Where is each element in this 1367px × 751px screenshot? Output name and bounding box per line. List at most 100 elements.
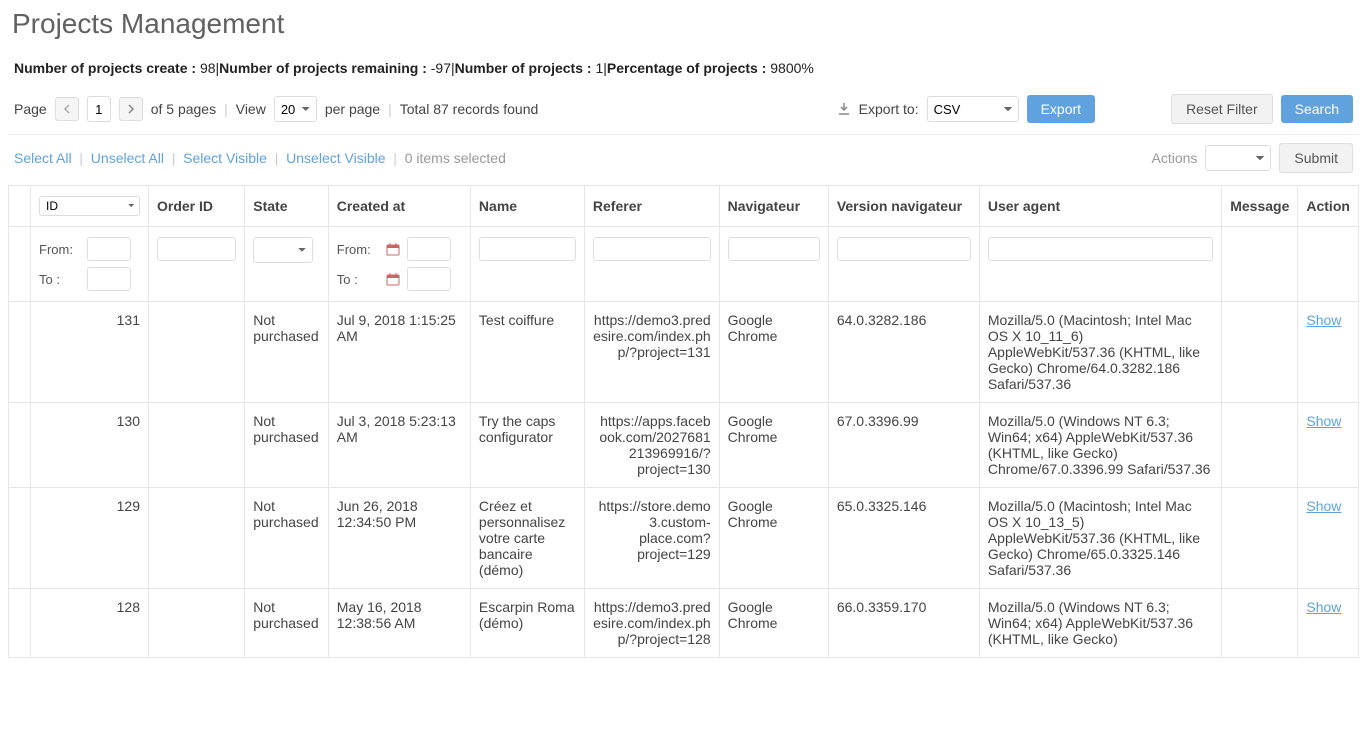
cell-order-id	[149, 403, 245, 488]
id-to-label: To :	[39, 272, 81, 287]
cell-action: Show	[1298, 488, 1359, 589]
cell-referer: https://demo3.predesire.com/index.php/?p…	[584, 302, 719, 403]
cell-name: Try the caps configurator	[470, 403, 584, 488]
cell-version: 65.0.3325.146	[828, 488, 979, 589]
cell-created-at: Jun 26, 2018 12:34:50 PM	[328, 488, 470, 589]
cell-navigateur: Google Chrome	[719, 302, 828, 403]
cell-created-at: Jul 3, 2018 5:23:13 AM	[328, 403, 470, 488]
state-filter-select[interactable]	[253, 237, 313, 263]
id-to-input[interactable]	[87, 267, 131, 291]
cell-referer: https://demo3.predesire.com/index.php/?p…	[584, 589, 719, 658]
name-filter-input[interactable]	[479, 237, 576, 261]
created-to-input[interactable]	[407, 267, 451, 291]
cell-action: Show	[1298, 302, 1359, 403]
stats-bar: Number of projects create : 98|Number of…	[8, 52, 1359, 84]
per-page-label: per page	[325, 101, 380, 117]
cell-state: Not purchased	[245, 589, 329, 658]
stats-number-label: Number of projects :	[455, 60, 592, 76]
table-row[interactable]: 129Not purchasedJun 26, 2018 12:34:50 PM…	[9, 488, 1359, 589]
table-row[interactable]: 128 Not purchasedMay 16, 2018 12:38:56 AM…	[9, 589, 1359, 658]
select-all-link[interactable]: Select All	[14, 150, 72, 166]
of-pages-label: of 5 pages	[151, 101, 216, 117]
show-link[interactable]: Show	[1306, 498, 1341, 514]
col-state[interactable]: State	[245, 186, 329, 227]
show-link[interactable]: Show	[1306, 599, 1341, 615]
cell-created-at: May 16, 2018 12:38:56 AM	[328, 589, 470, 658]
version-filter-input[interactable]	[837, 237, 971, 261]
cell-created-at: Jul 9, 2018 1:15:25 AM	[328, 302, 470, 403]
cell-order-id	[149, 302, 245, 403]
selection-bar: Select All | Unselect All | Select Visib…	[8, 135, 1359, 185]
page-title: Projects Management	[8, 0, 1359, 52]
cell-id: 131	[31, 302, 149, 403]
download-icon	[837, 102, 851, 116]
cell-name: Test coiffure	[470, 302, 584, 403]
created-from-input[interactable]	[407, 237, 451, 261]
actions-label: Actions	[1152, 150, 1198, 166]
col-message[interactable]: Message	[1222, 186, 1298, 227]
stats-remaining-label: Number of projects remaining :	[219, 60, 427, 76]
export-to-label: Export to:	[859, 101, 919, 117]
calendar-icon[interactable]	[385, 271, 401, 287]
stats-percentage-label: Percentage of projects :	[607, 60, 767, 76]
show-link[interactable]: Show	[1306, 312, 1341, 328]
cell-version: 64.0.3282.186	[828, 302, 979, 403]
cell-action: Show	[1298, 589, 1359, 658]
unselect-all-link[interactable]: Unselect All	[91, 150, 164, 166]
referer-filter-input[interactable]	[593, 237, 711, 261]
table-row[interactable]: 130Not purchasedJul 3, 2018 5:23:13 AMTr…	[9, 403, 1359, 488]
export-button[interactable]: Export	[1027, 95, 1095, 123]
table-row[interactable]: 131Not purchasedJul 9, 2018 1:15:25 AMTe…	[9, 302, 1359, 403]
col-created-at[interactable]: Created at	[328, 186, 470, 227]
show-link[interactable]: Show	[1306, 413, 1341, 429]
export-format-select[interactable]: CSV	[927, 96, 1019, 122]
calendar-icon[interactable]	[385, 241, 401, 257]
cell-referer: https://apps.facebook.com/20276812139699…	[584, 403, 719, 488]
col-name[interactable]: Name	[470, 186, 584, 227]
user-agent-filter-input[interactable]	[988, 237, 1213, 261]
col-navigateur[interactable]: Navigateur	[719, 186, 828, 227]
cell-name: Créez et personnalisez votre carte banca…	[470, 488, 584, 589]
next-page-button[interactable]	[119, 97, 143, 121]
navigateur-filter-input[interactable]	[728, 237, 820, 261]
cell-action: Show	[1298, 403, 1359, 488]
search-button[interactable]: Search	[1281, 95, 1353, 123]
chevron-right-icon	[127, 104, 135, 114]
cell-user-agent: Mozilla/5.0 (Macintosh; Intel Mac OS X 1…	[979, 488, 1221, 589]
submit-button[interactable]: Submit	[1279, 143, 1353, 173]
col-referer[interactable]: Referer	[584, 186, 719, 227]
unselect-visible-link[interactable]: Unselect Visible	[286, 150, 385, 166]
id-from-input[interactable]	[87, 237, 131, 261]
cell-id: 128	[31, 589, 149, 658]
created-from-label: From:	[337, 242, 379, 257]
cell-user-agent: Mozilla/5.0 (Windows NT 6.3; Win64; x64)…	[979, 589, 1221, 658]
cell-referer: https://store.demo3.custom-place.com?pro…	[584, 488, 719, 589]
reset-filter-button[interactable]: Reset Filter	[1171, 94, 1273, 124]
page-label: Page	[14, 101, 47, 117]
col-user-agent[interactable]: User agent	[979, 186, 1221, 227]
actions-select[interactable]	[1205, 145, 1271, 171]
table-filter-row: From: To : From: To :	[9, 227, 1359, 302]
items-selected-label: 0 items selected	[405, 150, 506, 166]
cell-order-id	[149, 589, 245, 658]
col-version[interactable]: Version navigateur	[828, 186, 979, 227]
select-visible-link[interactable]: Select Visible	[183, 150, 267, 166]
stats-created-value: 98	[200, 60, 216, 76]
cell-message	[1222, 488, 1298, 589]
per-page-select[interactable]: 20	[274, 96, 317, 122]
col-action: Action	[1298, 186, 1359, 227]
col-order-id[interactable]: Order ID	[149, 186, 245, 227]
col-id: ID	[31, 186, 149, 227]
cell-navigateur: Google Chrome	[719, 403, 828, 488]
total-records-label: Total 87 records found	[400, 101, 539, 117]
separator: |	[388, 101, 392, 117]
prev-page-button[interactable]	[55, 97, 79, 121]
stats-remaining-value: -97	[431, 60, 451, 76]
created-to-label: To :	[337, 272, 379, 287]
id-column-select[interactable]: ID	[39, 196, 140, 216]
cell-navigateur: Google Chrome	[719, 589, 828, 658]
col-checkbox	[9, 186, 31, 227]
page-number-input[interactable]	[87, 96, 111, 122]
cell-user-agent: Mozilla/5.0 (Windows NT 6.3; Win64; x64)…	[979, 403, 1221, 488]
order-id-filter-input[interactable]	[157, 237, 236, 261]
